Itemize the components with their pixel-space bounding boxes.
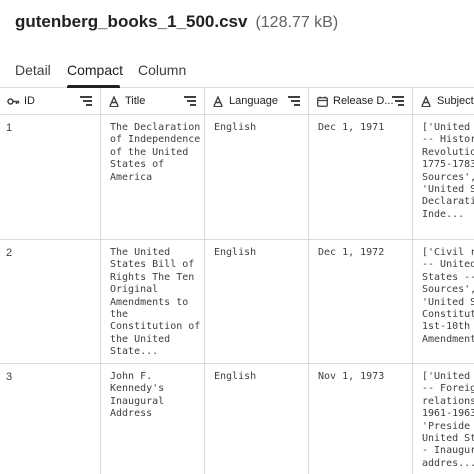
tab-detail[interactable]: Detail [15, 62, 51, 78]
sort-icon[interactable] [184, 96, 196, 106]
cell-title: John F. Kennedy's Inaugural Address [101, 364, 205, 474]
column-header-title[interactable]: Title [101, 88, 205, 115]
data-table[interactable]: ID Title Language Release D... Subjects … [0, 88, 474, 474]
column-header-language[interactable]: Language [205, 88, 309, 115]
cell-title: The Declaration of Independence of the U… [101, 115, 205, 239]
sort-icon[interactable] [80, 96, 92, 106]
sort-icon[interactable] [392, 96, 404, 106]
view-tabs: Detail Compact Column [0, 56, 474, 88]
cell-release-date: Dec 1, 1971 [309, 115, 413, 239]
cell-language: English [205, 240, 309, 363]
table-row[interactable]: 3 John F. Kennedy's Inaugural Address En… [0, 364, 474, 474]
key-icon [6, 94, 20, 108]
cell-title: The United States Bill of Rights The Ten… [101, 240, 205, 363]
file-header: gutenberg_books_1_500.csv (128.77 kB) [15, 12, 338, 36]
file-name: gutenberg_books_1_500.csv [15, 12, 248, 31]
table-row[interactable]: 1 The Declaration of Independence of the… [0, 115, 474, 240]
sort-icon[interactable] [288, 96, 300, 106]
column-header-label: Language [229, 95, 278, 107]
text-type-icon [419, 94, 433, 108]
cell-subjects: ['United -- Histor Revolutio 1775-1783 S… [413, 115, 474, 239]
tab-compact[interactable]: Compact [67, 62, 123, 78]
cell-id: 1 [0, 115, 101, 239]
column-header-label: Title [125, 95, 146, 107]
cell-id: 3 [0, 364, 101, 474]
column-header-id[interactable]: ID [0, 88, 101, 115]
column-header-release-date[interactable]: Release D... [309, 88, 413, 115]
table-row[interactable]: 2 The United States Bill of Rights The T… [0, 240, 474, 364]
column-header-label: ID [24, 95, 35, 107]
cell-subjects: ['Civil r -- United States -- Sources', … [413, 240, 474, 363]
cell-subjects: ['United -- Foreig relations 1961-1963 '… [413, 364, 474, 474]
column-header-subjects[interactable]: Subjects [413, 88, 474, 115]
column-header-label: Subjects [437, 95, 474, 107]
tab-column[interactable]: Column [138, 62, 186, 78]
cell-release-date: Nov 1, 1973 [309, 364, 413, 474]
file-size: (128.77 kB) [255, 14, 339, 31]
text-type-icon [107, 94, 121, 108]
cell-id: 2 [0, 240, 101, 363]
text-type-icon [211, 94, 225, 108]
cell-language: English [205, 115, 309, 239]
column-header-label: Release D... [333, 95, 394, 107]
cell-release-date: Dec 1, 1972 [309, 240, 413, 363]
cell-language: English [205, 364, 309, 474]
calendar-icon [315, 94, 329, 108]
